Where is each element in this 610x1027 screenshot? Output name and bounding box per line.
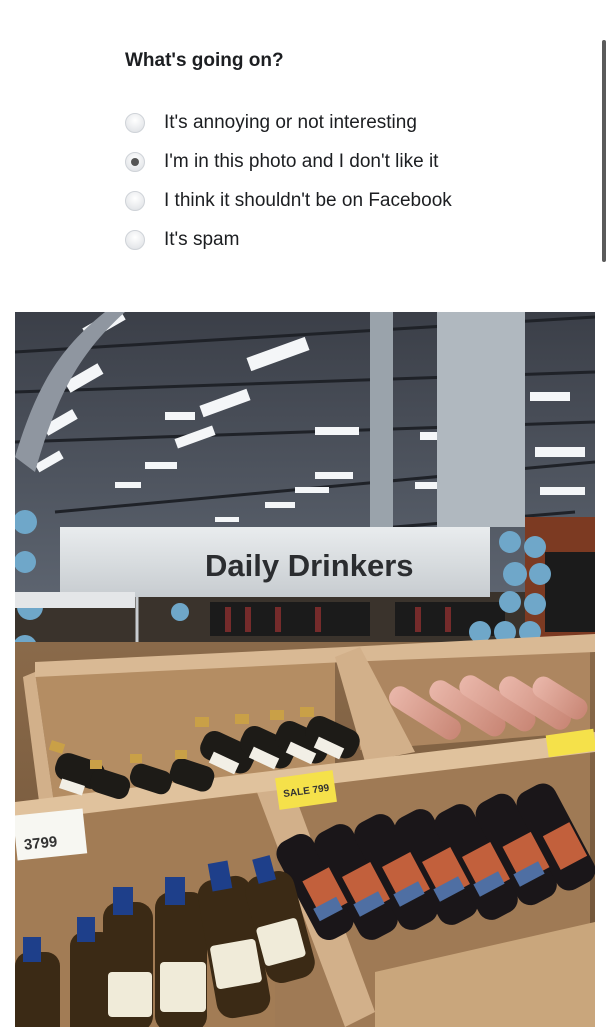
price-tag-large: 3799 bbox=[15, 808, 88, 861]
scrollbar[interactable] bbox=[602, 40, 606, 262]
radio-button[interactable] bbox=[125, 229, 145, 250]
option-in-photo[interactable]: I'm in this photo and I don't like it bbox=[125, 142, 452, 181]
radio-button-selected[interactable] bbox=[125, 151, 145, 172]
svg-text:3799: 3799 bbox=[23, 833, 58, 853]
radio-button[interactable] bbox=[125, 190, 145, 211]
store-sign-text: Daily Drinkers bbox=[205, 548, 414, 583]
option-label: It's annoying or not interesting bbox=[164, 111, 417, 133]
reported-photo: Daily Drinkers 3799 SALE 799 bbox=[15, 312, 595, 1027]
pillar bbox=[437, 312, 525, 527]
option-label: It's spam bbox=[164, 228, 240, 250]
option-annoying[interactable]: It's annoying or not interesting bbox=[125, 103, 452, 142]
option-label: I'm in this photo and I don't like it bbox=[164, 150, 439, 172]
radio-button[interactable] bbox=[125, 112, 145, 133]
report-options: It's annoying or not interesting I'm in … bbox=[125, 103, 452, 259]
option-label: I think it shouldn't be on Facebook bbox=[164, 189, 452, 211]
option-not-on-facebook[interactable]: I think it shouldn't be on Facebook bbox=[125, 181, 452, 220]
option-spam[interactable]: It's spam bbox=[125, 220, 452, 259]
radio-dot bbox=[131, 157, 139, 166]
report-question: What's going on? bbox=[125, 50, 284, 71]
